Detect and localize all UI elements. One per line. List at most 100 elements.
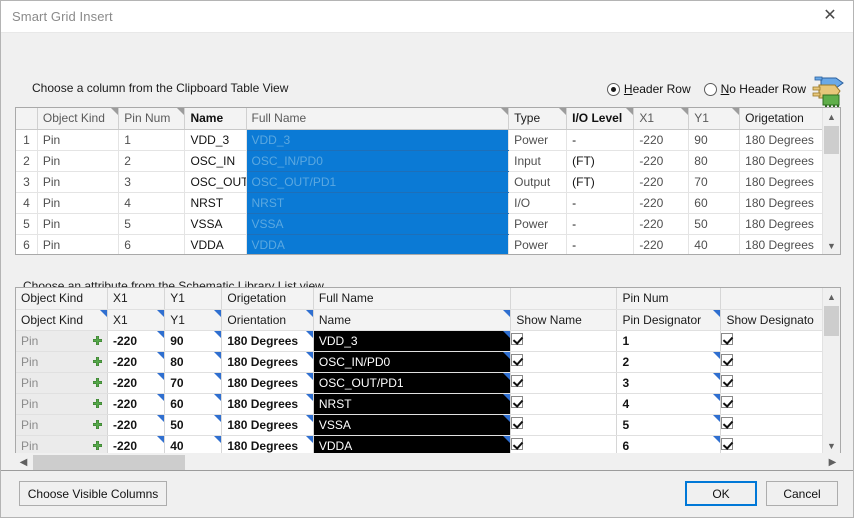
cell-type: Power [508, 129, 568, 151]
attr-orientation[interactable]: Orientation [221, 309, 314, 331]
radio-header-row[interactable]: Header Row [606, 82, 691, 96]
schematic-library-table: Object Kind X1 Y1 Origetation Full Name … [16, 288, 840, 454]
cancel-button[interactable]: Cancel [766, 481, 838, 506]
attr-object-kind[interactable]: Object Kind [16, 309, 108, 331]
vscroll-thumb[interactable] [824, 126, 839, 154]
map-object-kind: Object Kind [16, 288, 108, 310]
table-row[interactable]: 3 Pin 3 OSC_OUT OSC_OUT/PD1 Output (FT) … [16, 171, 840, 193]
col-full-name[interactable]: Full Name [246, 108, 510, 130]
clipboard-table-grid[interactable]: Object Kind Pin Num Name Full Name Type … [15, 107, 841, 255]
cell-x1: -220 [107, 351, 166, 373]
map-origetation: Origetation [221, 288, 314, 310]
cell-object-kind: Pin [37, 234, 120, 254]
table-row[interactable]: Pin -220 40 180 Degrees VDDA 6 [16, 435, 840, 454]
row-number[interactable]: 4 [16, 192, 38, 214]
cell-show-name[interactable] [510, 330, 618, 352]
plus-icon [93, 335, 102, 345]
cell-y1: 80 [688, 150, 741, 172]
row-number[interactable]: 2 [16, 150, 38, 172]
choose-visible-columns-button[interactable]: Choose Visible Columns [19, 481, 167, 506]
radio-no-header-row[interactable]: No Header Row [703, 82, 806, 96]
table-row[interactable]: 2 Pin 2 OSC_IN OSC_IN/PD0 Input (FT) -22… [16, 150, 840, 172]
close-icon[interactable]: ✕ [807, 1, 853, 31]
show-name-checkbox[interactable] [511, 333, 524, 345]
col-y1[interactable]: Y1 [688, 108, 741, 130]
cell-type: Power [508, 234, 568, 254]
attr-pin-designator[interactable]: Pin Designator [616, 309, 722, 331]
scroll-up-icon[interactable]: ▲ [823, 108, 840, 125]
col-type[interactable]: Type [508, 108, 568, 130]
cell-y1: 80 [164, 351, 223, 373]
table-row[interactable]: 4 Pin 4 NRST NRST I/O - -220 60 180 Degr… [16, 192, 840, 214]
col-pin-num[interactable]: Pin Num [118, 108, 186, 130]
cell-pin-designator: 1 [616, 330, 722, 352]
cell-object-kind: Pin [37, 213, 120, 235]
cell-object-kind: Pin [37, 150, 120, 172]
cell-y1: 60 [688, 192, 741, 214]
cell-y1: 50 [688, 213, 741, 235]
table-row[interactable]: Pin -220 80 180 Degrees OSC_IN/PD0 2 [16, 351, 840, 373]
col-x1[interactable]: X1 [633, 108, 690, 130]
scroll-up-icon[interactable]: ▲ [823, 288, 840, 305]
cell-x1: -220 [633, 171, 690, 193]
plus-icon [93, 377, 102, 387]
vscroll-thumb[interactable] [824, 306, 839, 336]
schematic-table-vscrollbar[interactable]: ▲ ▼ [822, 288, 840, 454]
cell-show-name[interactable] [510, 435, 618, 454]
plus-icon [93, 398, 102, 408]
attr-x1[interactable]: X1 [107, 309, 166, 331]
show-name-checkbox[interactable] [511, 438, 524, 450]
clipboard-table-vscrollbar[interactable]: ▲ ▼ [822, 108, 840, 254]
show-name-checkbox[interactable] [511, 396, 524, 408]
cell-show-name[interactable] [510, 393, 618, 415]
cell-name: VSSA [184, 213, 247, 235]
schematic-library-grid[interactable]: Object Kind X1 Y1 Origetation Full Name … [15, 287, 841, 455]
show-designator-checkbox[interactable] [721, 375, 734, 387]
cell-name: OSC_OUT [184, 171, 247, 193]
table-row[interactable]: Pin -220 60 180 Degrees NRST 4 [16, 393, 840, 415]
cell-pin-num: 6 [118, 234, 186, 254]
show-designator-checkbox[interactable] [721, 396, 734, 408]
cell-full-name: VDDA [246, 234, 510, 254]
show-name-checkbox[interactable] [511, 375, 524, 387]
row-number[interactable]: 5 [16, 213, 38, 235]
table-row[interactable]: Pin -220 90 180 Degrees VDD_3 1 [16, 330, 840, 352]
cell-show-name[interactable] [510, 372, 618, 394]
attr-name[interactable]: Name [313, 309, 512, 331]
show-name-checkbox[interactable] [511, 354, 524, 366]
table-row[interactable]: 1 Pin 1 VDD_3 VDD_3 Power - -220 90 180 … [16, 129, 840, 151]
scroll-down-icon[interactable]: ▼ [823, 437, 840, 454]
cell-x1: -220 [107, 330, 166, 352]
cell-name: VDD_3 [184, 129, 247, 151]
show-designator-checkbox[interactable] [721, 354, 734, 366]
cell-show-name[interactable] [510, 414, 618, 436]
show-name-checkbox[interactable] [511, 417, 524, 429]
cell-object-kind: Pin [16, 351, 108, 373]
row-number[interactable]: 6 [16, 234, 38, 254]
title-bar: Smart Grid Insert ✕ [1, 1, 853, 33]
row-number[interactable]: 1 [16, 129, 38, 151]
table-row[interactable]: Pin -220 50 180 Degrees VSSA 5 [16, 414, 840, 436]
cell-io-level: - [566, 234, 635, 254]
show-designator-checkbox[interactable] [721, 438, 734, 450]
row-number[interactable]: 3 [16, 171, 38, 193]
cell-y1: 70 [688, 171, 741, 193]
attr-show-name[interactable]: Show Name [510, 309, 618, 331]
scroll-down-icon[interactable]: ▼ [823, 237, 840, 254]
show-designator-checkbox[interactable] [721, 333, 734, 345]
cell-name: VDD_3 [313, 330, 512, 352]
col-name[interactable]: Name [184, 108, 247, 130]
hscroll-thumb[interactable] [33, 455, 185, 470]
table-row[interactable]: 6 Pin 6 VDDA VDDA Power - -220 40 180 De… [16, 234, 840, 254]
cell-show-name[interactable] [510, 351, 618, 373]
cell-io-level: - [566, 129, 635, 151]
ok-button[interactable]: OK [685, 481, 757, 506]
attr-y1[interactable]: Y1 [164, 309, 223, 331]
col-io-level[interactable]: I/O Level [566, 108, 635, 130]
dialog-footer: Choose Visible Columns OK Cancel [1, 470, 853, 517]
table-row[interactable]: Pin -220 70 180 Degrees OSC_OUT/PD1 3 [16, 372, 840, 394]
cell-pin-designator: 2 [616, 351, 722, 373]
col-object-kind[interactable]: Object Kind [37, 108, 120, 130]
show-designator-checkbox[interactable] [721, 417, 734, 429]
table-row[interactable]: 5 Pin 5 VSSA VSSA Power - -220 50 180 De… [16, 213, 840, 235]
